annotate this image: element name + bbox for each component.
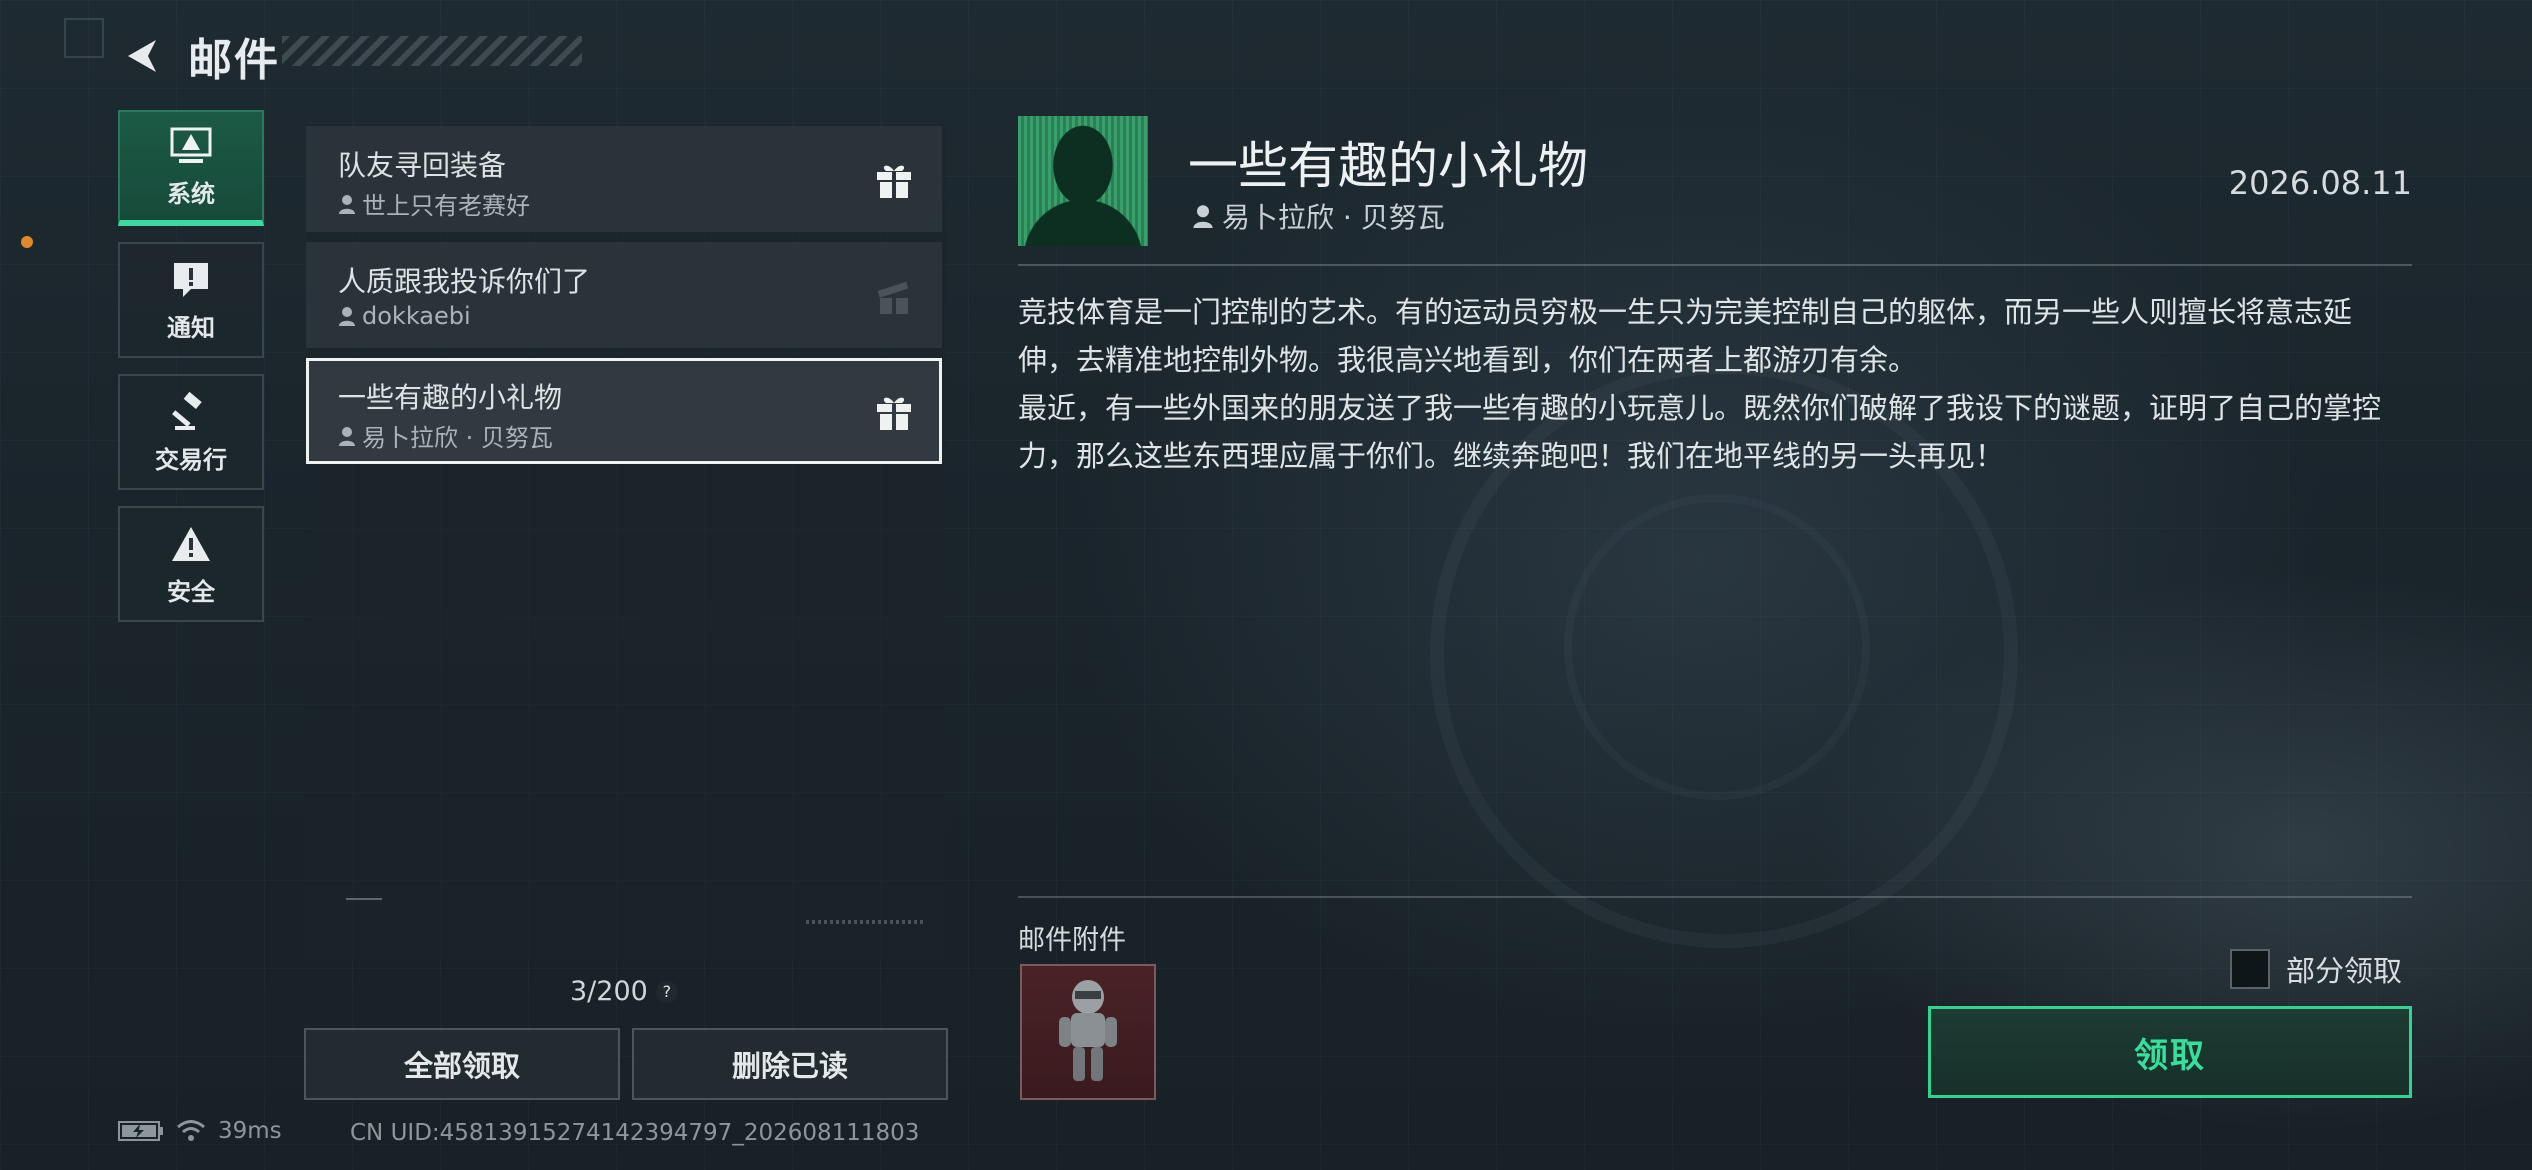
mail-subject: 一些有趣的小礼物 (338, 381, 563, 414)
uid-text: CN UID:4581391527414239479​7_20260811180… (350, 1120, 920, 1146)
mail-sender-name: 易卜拉欣 · 贝努瓦 (362, 424, 553, 452)
mail-count-text: 3/200 (570, 976, 648, 1007)
partial-claim-toggle[interactable]: 部分领取 (2230, 948, 2402, 990)
category-label: 交易行 (155, 445, 227, 474)
claim-all-button[interactable]: 全部领取 (304, 1028, 620, 1100)
sender-avatar (1018, 116, 1148, 246)
attachments-label: 邮件附件 (1018, 925, 1126, 956)
mail-date: 2026.08.11 (2228, 164, 2412, 202)
mail-item-selected[interactable]: 一些有趣的小礼物 易卜拉欣 · 贝努瓦 (306, 358, 942, 464)
page-title: 邮件 (188, 35, 280, 86)
mail-count: 3/200 ? (570, 976, 678, 1007)
title-decoration (282, 36, 582, 66)
category-label: 安全 (167, 577, 215, 606)
mail-body-paragraph: 竞技体育是一门控制的艺术。有的运动员穷极一生只为完美控制自己的躯体，而另一些人则… (1018, 295, 2353, 377)
mail-item[interactable]: 人质跟我投诉你们了 dokkaebi (306, 242, 942, 348)
mail-sender-name: dokkaebi (362, 302, 471, 330)
person-icon (339, 426, 355, 446)
mail-subject: 队友寻回装备 (338, 149, 507, 182)
gift-icon (877, 397, 911, 430)
mail-detail-title: 一些有趣的小礼物 (1188, 137, 1588, 195)
person-icon (339, 307, 355, 326)
mail-detail-sender: 易卜拉欣 · 贝努瓦 (1192, 196, 1445, 236)
category-sidebar: 系统 通知 交易行 安全 (118, 110, 266, 638)
page-header: 邮件 (118, 26, 280, 86)
corner-decoration (64, 18, 104, 58)
category-trade[interactable]: 交易行 (118, 374, 264, 490)
monitor-alert-icon (169, 124, 213, 168)
mail-detail-sender-name: 易卜拉欣 · 贝努瓦 (1222, 201, 1445, 234)
delete-read-button[interactable]: 删除已读 (632, 1028, 948, 1100)
partial-claim-checkbox[interactable] (2230, 949, 2270, 989)
category-notice[interactable]: 通知 (118, 242, 264, 358)
help-icon[interactable]: ? (655, 980, 678, 1003)
wifi-icon (177, 1120, 205, 1141)
mail-sender: dokkaebi (338, 302, 471, 330)
gift-icon (877, 165, 911, 198)
mail-sender-name: 世上只有老赛好 (362, 192, 530, 220)
category-label: 通知 (167, 313, 215, 342)
panel-decoration (346, 898, 382, 900)
mail-body: 竞技体育是一门控制的艺术。有的运动员穷极一生只为完美控制自己的躯体，而另一些人则… (1018, 288, 2408, 480)
divider (1018, 264, 2412, 266)
warning-triangle-icon (169, 522, 213, 566)
panel-decoration (806, 920, 926, 924)
person-icon (1193, 205, 1213, 228)
mail-subject: 人质跟我投诉你们了 (338, 265, 591, 298)
speech-bubble-exclamation-icon (169, 258, 213, 302)
gift-opened-icon (877, 281, 909, 314)
claim-button[interactable]: 领取 (1928, 1006, 2412, 1098)
attachment-item[interactable] (1020, 964, 1156, 1100)
gavel-icon (169, 390, 213, 434)
partial-claim-label: 部分领取 (2286, 954, 2403, 988)
notification-dot (21, 236, 33, 248)
mail-body-paragraph: 最近，有一些外国来的朋友送了我一些有趣的小玩意儿。既然你们破解了我设下的谜题，证… (1018, 391, 2382, 473)
category-system[interactable]: 系统 (118, 110, 264, 226)
latency-text: 39ms (218, 1118, 282, 1144)
status-bar: 39ms (118, 1118, 282, 1144)
mail-list[interactable]: 队友寻回装备 世上只有老赛好 人质跟我投诉你们了 dokkaebi 一些有趣的小… (306, 124, 946, 960)
robot-figure-icon (1059, 980, 1117, 1081)
category-security[interactable]: 安全 (118, 506, 264, 622)
mail-sender: 世上只有老赛好 (338, 186, 530, 221)
mail-sender: 易卜拉欣 · 贝努瓦 (338, 418, 553, 453)
mail-item[interactable]: 队友寻回装备 世上只有老赛好 (306, 126, 942, 232)
claim-button-label: 领取 (2134, 1035, 2206, 1076)
divider (1018, 896, 2412, 898)
category-label: 系统 (167, 179, 215, 208)
back-button[interactable] (118, 32, 166, 80)
battery-charging-icon (118, 1121, 163, 1141)
back-arrow-icon (128, 40, 156, 72)
person-icon (339, 194, 355, 214)
